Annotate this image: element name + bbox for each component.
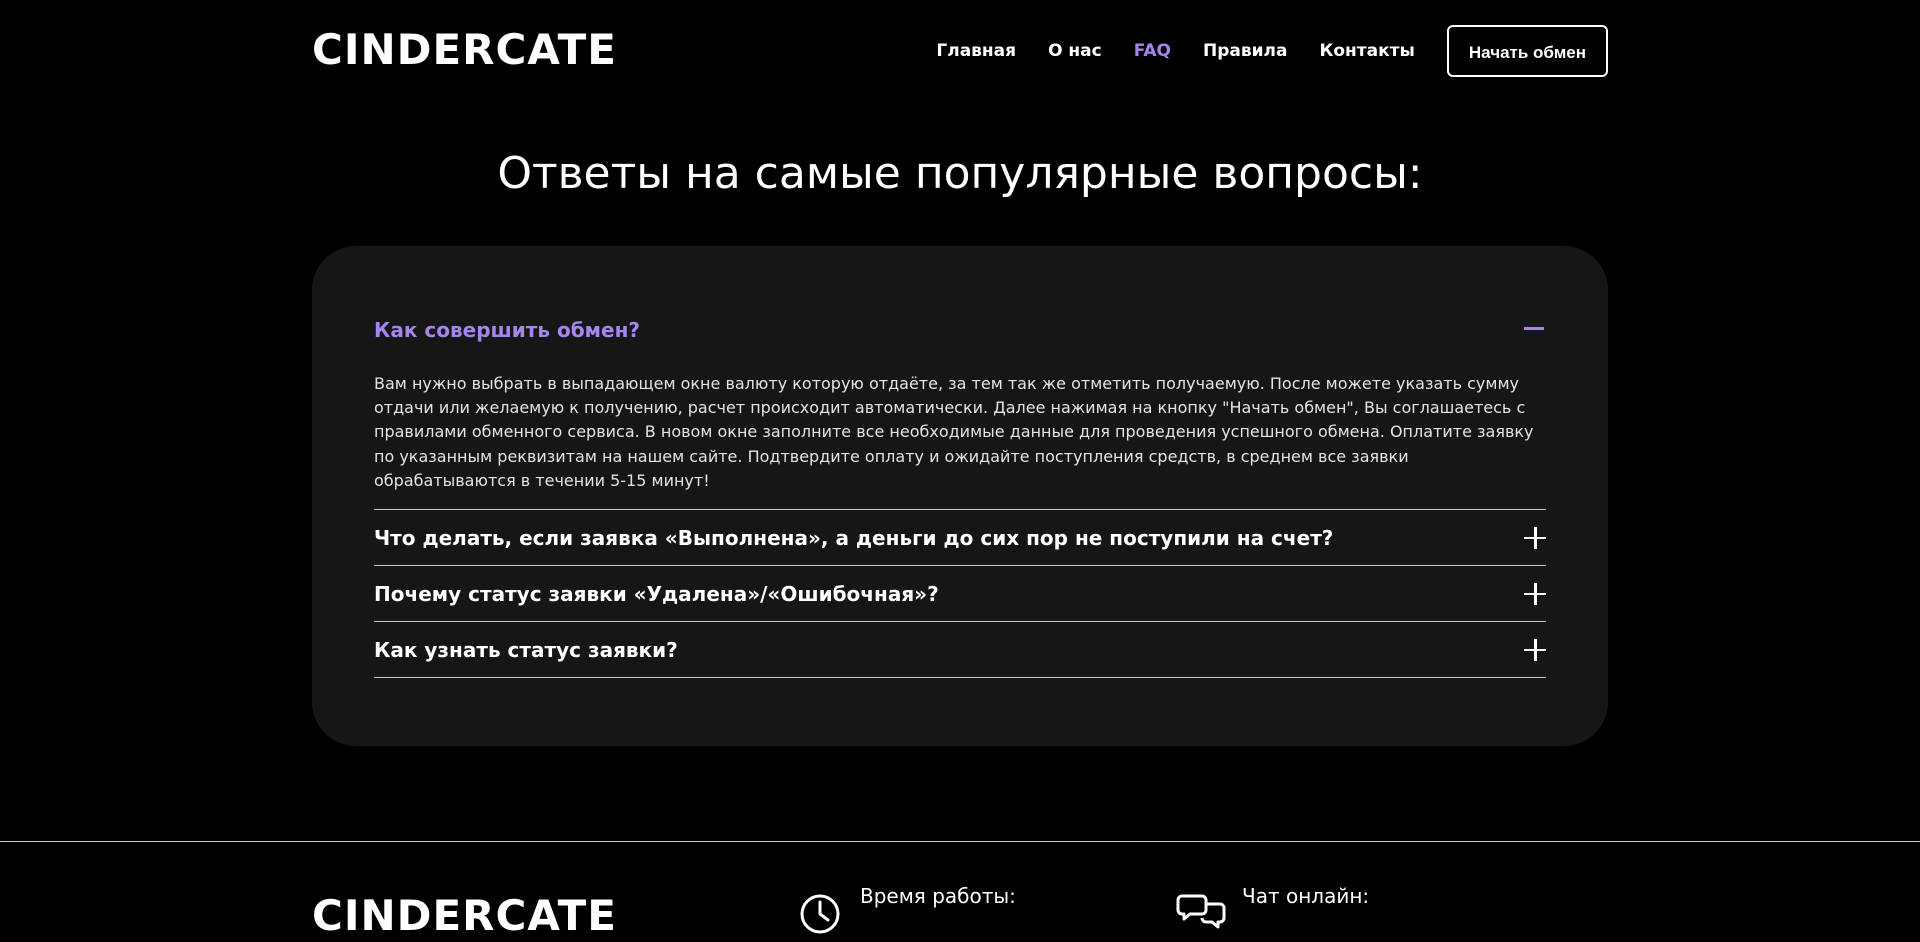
main-nav: Главная О нас FAQ Правила Контакты Начат… bbox=[936, 23, 1608, 79]
faq-item-payment-not-received: Что делать, если заявка «Выполнена», а д… bbox=[374, 510, 1546, 567]
nav-link-rules[interactable]: Правила bbox=[1203, 41, 1287, 61]
chat-bubbles-icon bbox=[1176, 894, 1226, 929]
faq-question-toggle[interactable]: Почему статус заявки «Удалена»/«Ошибочна… bbox=[374, 566, 1546, 621]
faq-item-how-to-exchange: Как совершить обмен? Вам нужно выбрать в… bbox=[374, 306, 1546, 511]
faq-list: Как совершить обмен? Вам нужно выбрать в… bbox=[374, 306, 1546, 679]
faq-question-text: Почему статус заявки «Удалена»/«Ошибочна… bbox=[374, 581, 939, 606]
faq-question-text: Как совершить обмен? bbox=[374, 318, 641, 342]
site-header: CINDERCATE Главная О нас FAQ Правила Кон… bbox=[0, 0, 1920, 100]
minus-icon[interactable] bbox=[1524, 318, 1546, 340]
faq-question-toggle[interactable]: Что делать, если заявка «Выполнена», а д… bbox=[374, 510, 1546, 565]
start-exchange-button[interactable]: Начать обмен bbox=[1446, 25, 1608, 77]
nav-link-about[interactable]: О нас bbox=[1048, 41, 1102, 61]
faq-answer-text: Вам нужно выбрать в выпадающем окне валю… bbox=[374, 374, 1534, 490]
nav-link-contacts[interactable]: Контакты bbox=[1319, 41, 1414, 61]
work-hours-title: Время работы: bbox=[860, 884, 1016, 908]
clock-icon bbox=[800, 894, 840, 934]
plus-icon[interactable] bbox=[1524, 582, 1546, 605]
site-logo[interactable]: CINDERCATE bbox=[312, 24, 617, 76]
faq-question-text: Как узнать статус заявки? bbox=[374, 637, 678, 662]
faq-question-text: Что делать, если заявка «Выполнена», а д… bbox=[374, 525, 1334, 550]
site-footer: CINDERCATE Время работы: Чат онлайн: bbox=[0, 841, 1920, 940]
faq-item-status-deleted: Почему статус заявки «Удалена»/«Ошибочна… bbox=[374, 566, 1546, 623]
faq-card: Как совершить обмен? Вам нужно выбрать в… bbox=[312, 246, 1608, 746]
faq-question-toggle[interactable]: Как узнать статус заявки? bbox=[374, 622, 1546, 677]
chat-online-block: Чат онлайн: bbox=[1176, 884, 1369, 934]
nav-link-home[interactable]: Главная bbox=[936, 41, 1016, 61]
faq-item-check-status: Как узнать статус заявки? bbox=[374, 622, 1546, 679]
chat-online-title: Чат онлайн: bbox=[1242, 884, 1370, 908]
footer-logo[interactable]: CINDERCATE bbox=[312, 890, 617, 942]
work-hours-block: Время работы: bbox=[800, 884, 1016, 934]
faq-question-toggle[interactable]: Как совершить обмен? bbox=[374, 306, 1546, 366]
page-title: Ответы на самые популярные вопросы: bbox=[497, 148, 1423, 199]
nav-link-faq[interactable]: FAQ bbox=[1134, 41, 1171, 61]
plus-icon[interactable] bbox=[1524, 526, 1546, 549]
plus-icon[interactable] bbox=[1524, 638, 1546, 661]
